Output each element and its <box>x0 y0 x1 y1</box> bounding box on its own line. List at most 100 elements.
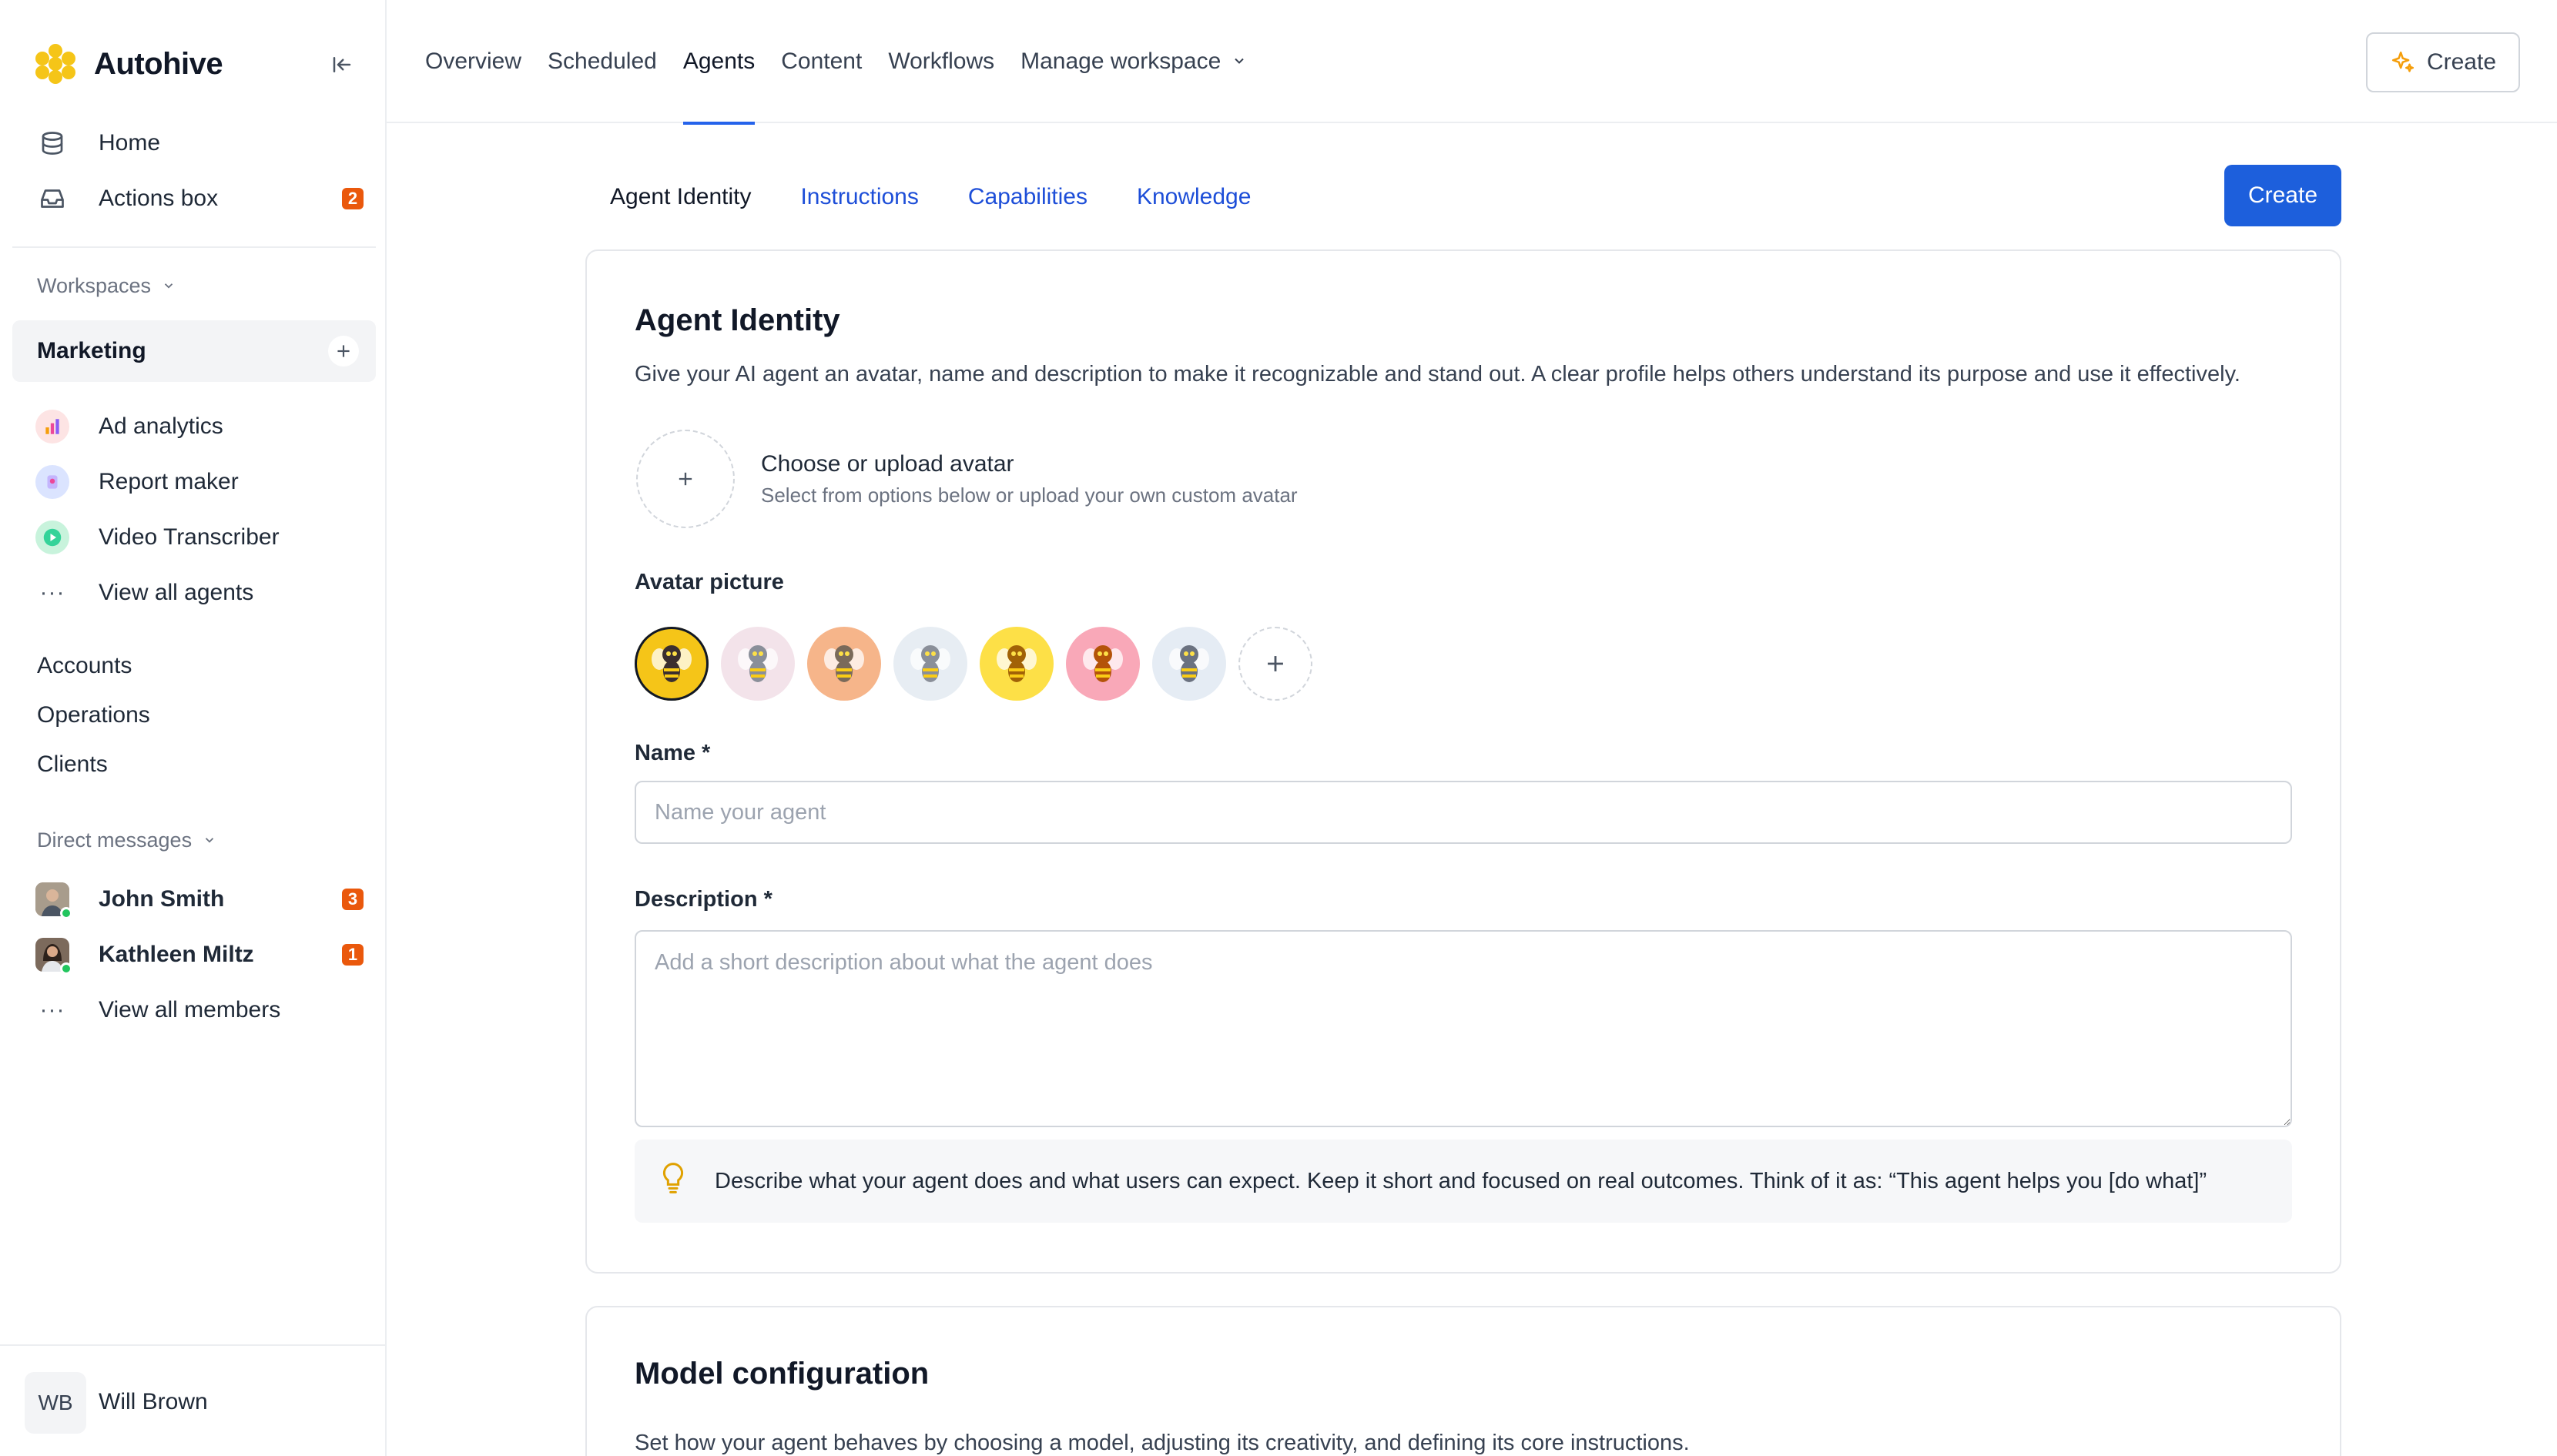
tab-knowledge[interactable]: Knowledge <box>1137 184 1251 210</box>
more-dots-icon: ··· <box>39 580 65 605</box>
sidebar-divider <box>12 246 376 248</box>
tab-overview[interactable]: Overview <box>425 0 521 123</box>
sidebar-agent-video-transcriber[interactable]: Video Transcriber <box>35 516 367 559</box>
tab-label: Manage workspace <box>1020 49 1222 74</box>
section-description: Set how your agent behaves by choosing a… <box>635 1431 1690 1455</box>
dm-kathleen-miltz[interactable]: Kathleen Miltz 1 <box>35 933 367 976</box>
section-title: Agent Identity <box>635 303 840 337</box>
brand[interactable]: Autohive <box>35 43 223 85</box>
sidebar-item-label: View all members <box>99 997 281 1023</box>
autohive-logo-icon <box>35 44 75 84</box>
sidebar-workspace-accounts[interactable]: Accounts <box>37 653 132 679</box>
unread-badge: 1 <box>342 944 364 966</box>
create-button[interactable]: Create <box>2366 32 2520 92</box>
tab-manage-workspace[interactable]: Manage workspace <box>1020 0 1247 123</box>
more-dots-icon: ··· <box>39 997 65 1023</box>
unread-badge: 3 <box>342 889 364 910</box>
report-icon <box>35 465 69 499</box>
tab-scheduled[interactable]: Scheduled <box>548 0 657 123</box>
direct-messages-label: Direct messages <box>37 828 193 852</box>
tab-capabilities[interactable]: Capabilities <box>968 184 1087 210</box>
avatar-option[interactable] <box>980 627 1054 701</box>
sidebar-item-label: Report maker <box>99 469 239 494</box>
chooser-subtitle: Select from options below or upload your… <box>761 484 1298 507</box>
avatar <box>35 938 72 975</box>
bee-robot-icon <box>910 645 950 682</box>
description-tip: Describe what your agent does and what u… <box>635 1140 2292 1223</box>
online-status-icon <box>60 962 72 975</box>
dm-john-smith[interactable]: John Smith 3 <box>35 878 367 921</box>
current-user[interactable]: WB Will Brown <box>0 1344 385 1456</box>
sidebar-item-actions-box[interactable]: Actions box 2 <box>35 177 367 220</box>
model-configuration-card: Model configuration Set how your agent b… <box>585 1306 2341 1456</box>
sidebar-item-label: Actions box <box>99 186 219 211</box>
workspace-name: Marketing <box>37 338 146 363</box>
user-name: Will Brown <box>99 1389 208 1414</box>
bee-robot-icon <box>738 645 778 682</box>
create-agent-button[interactable]: Create <box>2224 165 2341 226</box>
dm-name: Kathleen Miltz <box>99 942 254 967</box>
agent-name-input[interactable] <box>635 781 2292 844</box>
sidebar-agent-ad-analytics[interactable]: Ad analytics <box>35 405 367 448</box>
tab-agents[interactable]: Agents <box>682 0 756 125</box>
section-title: Model configuration <box>635 1357 930 1391</box>
add-avatar-button[interactable] <box>1238 627 1312 701</box>
sidebar-item-label: View all agents <box>99 580 254 605</box>
description-label: Description * <box>635 887 772 912</box>
avatar: WB <box>25 1372 86 1434</box>
avatar-option[interactable] <box>807 627 881 701</box>
sidebar-agent-report-maker[interactable]: Report maker <box>35 460 367 504</box>
avatar-option[interactable] <box>721 627 795 701</box>
bee-robot-icon <box>1083 645 1123 682</box>
section-description: Give your AI agent an avatar, name and d… <box>635 362 2240 387</box>
dm-name: John Smith <box>99 886 225 912</box>
agent-identity-card: Agent Identity Give your AI agent an ava… <box>585 249 2341 1274</box>
plus-icon <box>679 472 692 486</box>
avatar <box>35 882 72 919</box>
workspaces-toggle[interactable]: Workspaces <box>37 274 176 298</box>
chevron-down-icon <box>162 274 176 298</box>
brand-name: Autohive <box>94 46 223 81</box>
avatar-option[interactable] <box>1152 627 1226 701</box>
home-icon <box>35 126 69 160</box>
actions-count-badge: 2 <box>342 188 364 209</box>
avatar-option[interactable] <box>635 627 709 701</box>
add-agent-icon[interactable] <box>328 336 359 367</box>
bee-robot-icon <box>997 645 1037 682</box>
bee-robot-icon <box>824 645 864 682</box>
tab-workflows[interactable]: Workflows <box>888 0 994 123</box>
sidebar-item-label: Ad analytics <box>99 413 223 439</box>
tab-instructions[interactable]: Instructions <box>800 184 918 210</box>
sidebar: Autohive Home Actions box 2 Workspaces M… <box>0 0 387 1456</box>
avatar-picture-label: Avatar picture <box>635 570 784 594</box>
sidebar-workspace-clients[interactable]: Clients <box>37 751 108 778</box>
sparkle-icon <box>2391 51 2414 72</box>
bee-robot-icon <box>652 645 692 682</box>
avatar-option[interactable] <box>1066 627 1140 701</box>
agent-description-input[interactable] <box>635 930 2292 1127</box>
inbox-icon <box>35 182 69 216</box>
workspace-marketing[interactable]: Marketing <box>12 320 376 382</box>
avatar-option[interactable] <box>893 627 967 701</box>
view-all-agents-link[interactable]: ··· View all agents <box>35 571 367 614</box>
avatar-options <box>635 627 1312 701</box>
top-navigation: Overview Scheduled Agents Content Workfl… <box>387 0 2557 125</box>
chevron-down-icon <box>1232 49 1247 75</box>
lightbulb-icon <box>658 1160 689 1203</box>
workspaces-label: Workspaces <box>37 274 152 297</box>
collapse-sidebar-icon[interactable] <box>327 49 357 80</box>
sidebar-item-label: Video Transcriber <box>99 524 280 550</box>
sidebar-workspace-operations[interactable]: Operations <box>37 702 150 728</box>
create-button-label: Create <box>2426 49 2497 75</box>
upload-avatar-button[interactable] <box>636 430 735 528</box>
tab-content[interactable]: Content <box>781 0 862 123</box>
direct-messages-toggle[interactable]: Direct messages <box>37 828 216 852</box>
tab-agent-identity[interactable]: Agent Identity <box>610 184 751 210</box>
workspace-tabs: Overview Scheduled Agents Content Workfl… <box>425 0 1273 125</box>
sidebar-item-home[interactable]: Home <box>35 122 367 165</box>
tip-text: Describe what your agent does and what u… <box>715 1168 2207 1193</box>
view-all-members-link[interactable]: ··· View all members <box>35 989 367 1032</box>
editor-tabs: Agent Identity Instructions Capabilities… <box>610 179 1300 216</box>
play-icon <box>35 520 69 554</box>
sidebar-item-label: Home <box>99 130 161 156</box>
